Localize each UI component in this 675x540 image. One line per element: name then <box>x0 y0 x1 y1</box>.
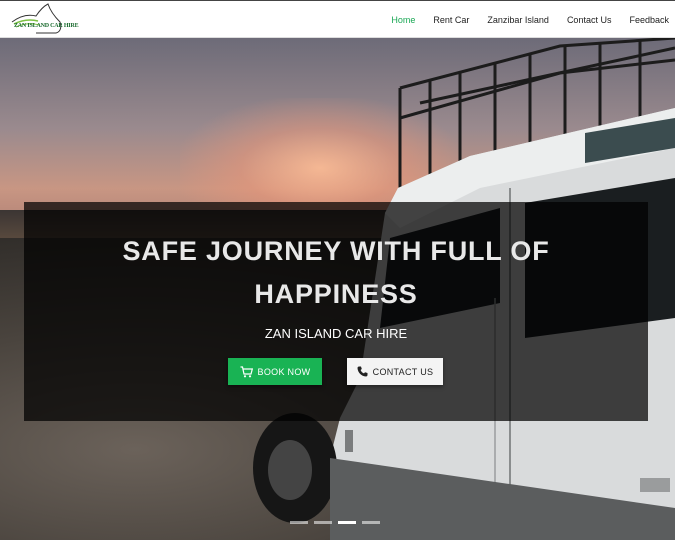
nav-item-contact-us[interactable]: Contact Us <box>567 15 612 25</box>
carousel-indicator-3[interactable] <box>338 521 356 524</box>
cart-icon <box>240 365 253 378</box>
carousel-indicator-4[interactable] <box>362 521 380 524</box>
logo-text: ZAN ISLAND CAR HIRE <box>14 23 79 29</box>
hero-title-line-2: HAPPINESS <box>254 279 418 309</box>
island-car-logo-icon <box>11 3 62 34</box>
hero-carousel: SAFE JOURNEY WITH FULL OF HAPPINESS ZAN … <box>0 38 675 540</box>
nav-item-home[interactable]: Home <box>391 15 415 25</box>
book-now-button[interactable]: BOOK NOW <box>228 358 322 385</box>
carousel-indicator-1[interactable] <box>290 521 308 524</box>
nav-item-zanzibar-island[interactable]: Zanzibar Island <box>487 15 549 25</box>
nav-item-rent-car[interactable]: Rent Car <box>433 15 469 25</box>
contact-us-label: CONTACT US <box>372 366 434 377</box>
nav-item-feedback[interactable]: Feedback <box>629 15 669 25</box>
phone-icon <box>357 366 368 377</box>
carousel-indicators <box>290 521 386 524</box>
brand-logo[interactable]: ZAN ISLAND CAR HIRE <box>10 2 79 36</box>
book-now-label: BOOK NOW <box>257 366 311 377</box>
navbar: ZAN ISLAND CAR HIRE Home Rent Car Zanzib… <box>0 0 675 38</box>
hero-title-line-1: SAFE JOURNEY WITH FULL OF <box>122 236 550 266</box>
hero-subtitle: ZAN ISLAND CAR HIRE <box>264 326 408 341</box>
carousel-indicator-2[interactable] <box>314 521 332 524</box>
main-nav: Home Rent Car Zanzibar Island Contact Us… <box>391 1 675 39</box>
hero-title: SAFE JOURNEY WITH FULL OF HAPPINESS <box>24 230 648 316</box>
contact-us-button[interactable]: CONTACT US <box>347 358 443 385</box>
